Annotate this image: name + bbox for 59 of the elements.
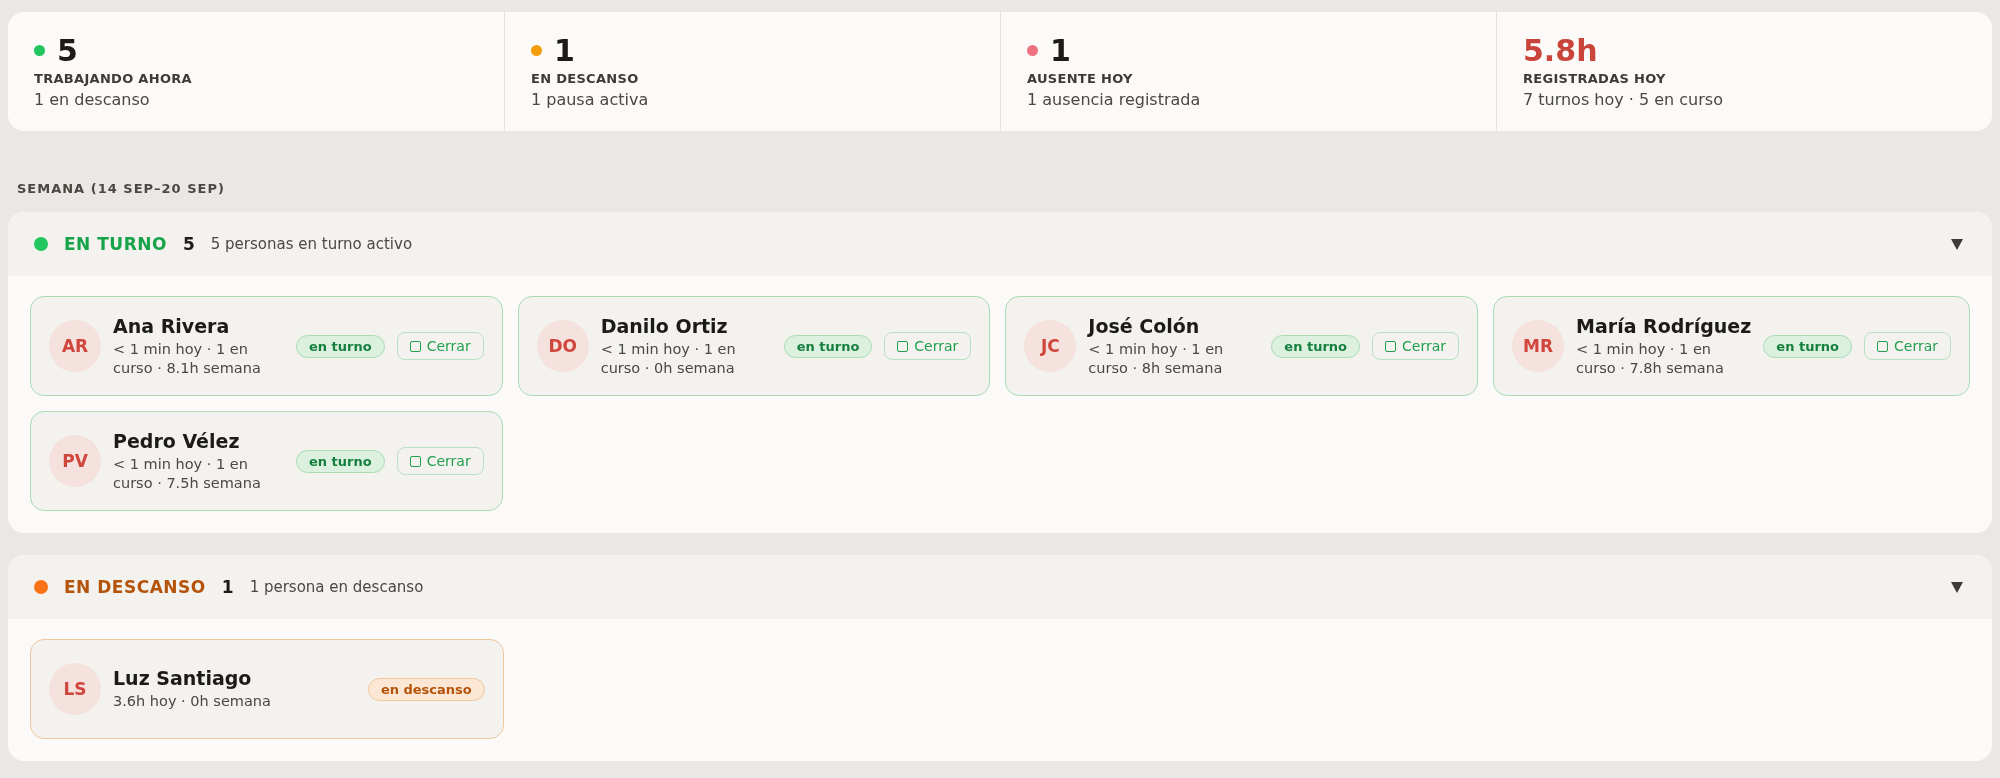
section-count: 1 <box>221 577 234 597</box>
week-label: SEMANA (14 SEP–20 SEP) <box>16 180 226 198</box>
avatar-initials: PV <box>49 435 101 487</box>
section-title: EN DESCANSO <box>64 577 206 597</box>
avatar-initials: JC <box>1024 320 1077 372</box>
person-detail: < 1 min hoy · 1 en curso · 7.8h semana <box>1576 339 1725 378</box>
square-icon <box>409 340 421 352</box>
close-shift-button[interactable]: Cerrar <box>396 332 484 360</box>
stat-value: 1 <box>554 34 575 67</box>
caret-icon[interactable] <box>1950 580 1964 594</box>
status-badge: en turno <box>1271 334 1361 358</box>
stat-value: 1 <box>1050 34 1071 67</box>
stat-detail: 1 pausa activa <box>531 90 650 109</box>
section-description: 5 personas en turno activo <box>210 235 413 253</box>
stat-label: TRABAJANDO AHORA <box>34 71 193 86</box>
stat-detail: 1 ausencia registrada <box>1027 90 1202 109</box>
square-icon <box>1385 340 1397 352</box>
person-detail: < 1 min hoy · 1 en curso · 8.1h semana <box>113 339 262 378</box>
person-name: José Colón <box>1088 314 1201 337</box>
stat-value: 5.8h <box>1523 34 1598 67</box>
avatar-initials: LS <box>49 663 101 715</box>
status-badge: en turno <box>296 334 385 358</box>
stat-label: REGISTRADAS HOY <box>1523 71 1667 86</box>
square-icon <box>1877 340 1888 352</box>
section-title: EN TURNO <box>64 234 167 254</box>
section-header[interactable]: EN DESCANSO 1 1 persona en descanso <box>8 555 1992 619</box>
person-detail: 3.6h hoy · 0h semana <box>113 692 272 711</box>
status-badge: en descanso <box>367 677 485 701</box>
person-name: Luz Santiago <box>113 667 253 690</box>
caret-icon[interactable] <box>1950 237 1964 251</box>
status-dot <box>34 580 48 594</box>
status-badge: en turno <box>1763 334 1852 358</box>
section-header[interactable]: EN TURNO 5 5 personas en turno activo <box>8 212 1992 276</box>
avatar-initials: DO <box>536 320 589 372</box>
person-name: Ana Rivera <box>113 314 231 337</box>
status-dot <box>34 237 48 251</box>
person-detail: < 1 min hoy · 1 en curso · 8h semana <box>1088 339 1225 378</box>
stat-detail: 7 turnos hoy · 5 en curso <box>1523 90 1724 109</box>
status-badge: en turno <box>783 334 873 358</box>
close-shift-button[interactable]: Cerrar <box>1864 332 1951 360</box>
close-shift-button[interactable]: Cerrar <box>396 447 484 475</box>
person-name: Danilo Ortiz <box>600 314 729 337</box>
avatar-initials: MR <box>1512 320 1565 372</box>
stat-label: AUSENTE HOY <box>1027 71 1134 86</box>
stat-detail: 1 en descanso <box>34 90 151 109</box>
section-count: 5 <box>182 234 195 254</box>
person-detail: < 1 min hoy · 1 en curso · 7.5h semana <box>113 454 262 493</box>
status-badge: en turno <box>296 449 385 473</box>
person-name: Pedro Vélez <box>113 429 241 452</box>
close-shift-button[interactable]: Cerrar <box>884 332 972 360</box>
person-name: María Rodríguez <box>1576 314 1752 337</box>
avatar-initials: AR <box>49 320 101 372</box>
section-description: 1 persona en descanso <box>249 578 424 596</box>
person-detail: < 1 min hoy · 1 en curso · 0h semana <box>600 339 737 378</box>
stat-value: 5 <box>57 34 78 67</box>
close-shift-button[interactable]: Cerrar <box>1372 332 1460 360</box>
square-icon <box>409 455 421 467</box>
square-icon <box>897 340 909 352</box>
stat-label: EN DESCANSO <box>531 71 640 86</box>
